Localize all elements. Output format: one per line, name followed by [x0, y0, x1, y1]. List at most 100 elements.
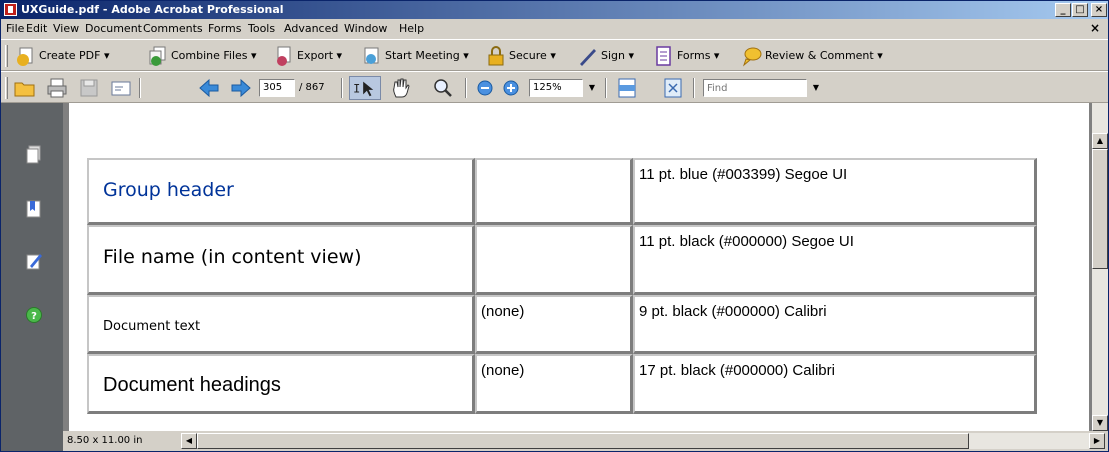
forms-button[interactable]: Forms ▾ — [653, 44, 733, 68]
zoom-in-icon[interactable] — [499, 76, 523, 100]
menu-tools[interactable]: Tools — [248, 22, 275, 35]
vertical-scrollbar[interactable]: ▲ ▼ — [1092, 103, 1108, 433]
table-cell-element: File name (in content view) — [87, 225, 475, 295]
email-icon[interactable] — [109, 76, 133, 100]
toolbar-separator — [139, 78, 141, 98]
svg-text:?: ? — [31, 311, 37, 322]
signatures-icon[interactable] — [25, 251, 43, 271]
table-row: Document headings (none) 17 pt. black (#… — [87, 354, 1037, 414]
maximize-button[interactable]: □ — [1072, 3, 1088, 17]
secure-button[interactable]: Secure ▾ — [485, 44, 565, 68]
help-icon[interactable]: ? — [25, 305, 43, 325]
previous-page-icon[interactable] — [197, 76, 221, 100]
find-dropdown-arrow[interactable]: ▼ — [809, 79, 823, 97]
menu-file[interactable]: File — [6, 22, 24, 35]
zoom-out-icon[interactable] — [473, 76, 497, 100]
document-close-button[interactable]: × — [1090, 21, 1100, 35]
svg-text:I: I — [353, 82, 360, 96]
start-meeting-button[interactable]: Start Meeting ▾ — [361, 44, 473, 68]
review-comment-icon — [742, 47, 762, 67]
pdf-page: Group header 11 pt. blue (#003399) Segoe… — [69, 103, 1089, 431]
hand-tool-icon[interactable] — [389, 76, 413, 100]
toolbar-separator — [605, 78, 607, 98]
table-cell-element: Document headings — [87, 354, 475, 414]
table-cell-spec: 11 pt. black (#000000) Segoe UI — [633, 225, 1037, 295]
page-number-input[interactable]: 305 — [259, 79, 295, 97]
table-cell-value: (none) — [475, 295, 633, 354]
document-view[interactable]: Group header 11 pt. blue (#003399) Segoe… — [63, 103, 1092, 431]
pages-icon[interactable] — [25, 145, 43, 165]
title-bar[interactable]: UXGuide.pdf - Adobe Acrobat Professional… — [1, 1, 1108, 19]
combine-files-button[interactable]: Combine Files ▾ — [147, 44, 265, 68]
save-icon[interactable] — [77, 76, 101, 100]
menu-view[interactable]: View — [53, 22, 79, 35]
next-page-icon[interactable] — [229, 76, 253, 100]
export-button[interactable]: Export ▾ — [273, 44, 355, 68]
table-cell-spec: 11 pt. blue (#003399) Segoe UI — [633, 158, 1037, 225]
toolbar-grip[interactable] — [5, 45, 8, 67]
toolbar-separator — [693, 78, 695, 98]
menu-edit[interactable]: Edit — [26, 22, 47, 35]
scroll-right-button[interactable]: ▶ — [1089, 433, 1105, 449]
start-meeting-icon — [364, 47, 379, 64]
menu-comments[interactable]: Comments — [143, 22, 203, 35]
status-bar: 8.50 x 11.00 in ◀ ▶ — [63, 431, 1108, 451]
table-row: Group header 11 pt. blue (#003399) Segoe… — [87, 158, 1037, 225]
open-folder-icon[interactable] — [13, 76, 37, 100]
combine-files-icon — [149, 46, 166, 66]
review-comment-button[interactable]: Review & Comment ▾ — [741, 44, 891, 68]
export-icon — [277, 46, 291, 66]
print-icon[interactable] — [45, 76, 69, 100]
table-cell-element: Document text — [87, 295, 475, 354]
horizontal-scrollbar[interactable]: ◀ ▶ — [181, 433, 1105, 449]
minimize-button[interactable]: _ — [1055, 3, 1071, 17]
table-cell-empty — [475, 158, 633, 225]
forms-icon — [656, 46, 671, 66]
table-cell-value: (none) — [475, 354, 633, 414]
toolbar-separator — [341, 78, 343, 98]
select-tool-icon: I — [353, 81, 374, 97]
table-row: Document text (none) 9 pt. black (#00000… — [87, 295, 1037, 354]
menu-bar: File Edit View Document Comments Forms T… — [1, 19, 1108, 39]
zoom-tool-icon[interactable] — [431, 76, 455, 100]
zoom-dropdown-arrow[interactable]: ▼ — [585, 79, 599, 97]
acrobat-app-icon[interactable] — [4, 3, 17, 16]
table-cell-spec: 17 pt. black (#000000) Calibri — [633, 354, 1037, 414]
select-tool-button[interactable]: I — [349, 76, 381, 100]
navigation-pane: ? — [1, 103, 63, 451]
toolbar-grip[interactable] — [5, 77, 8, 99]
tasks-toolbar: Create PDF ▾ Combine Files ▾ Export ▾ St… — [1, 39, 1108, 71]
fit-page-icon[interactable] — [661, 76, 685, 100]
padlock-icon — [488, 46, 504, 66]
sign-button[interactable]: Sign ▾ — [577, 44, 639, 68]
vertical-scroll-thumb[interactable] — [1092, 149, 1108, 269]
scroll-up-button[interactable]: ▲ — [1092, 133, 1108, 149]
toolbar-separator — [465, 78, 467, 98]
pen-icon — [580, 49, 596, 66]
create-pdf-icon — [17, 47, 33, 66]
menu-help[interactable]: Help — [399, 22, 424, 35]
table-cell-element: Group header — [87, 158, 475, 225]
menu-advanced[interactable]: Advanced — [284, 22, 338, 35]
menu-window[interactable]: Window — [344, 22, 387, 35]
bookmarks-icon[interactable] — [25, 199, 43, 219]
zoom-level-combo[interactable]: 125% — [529, 79, 583, 97]
fit-width-icon[interactable] — [615, 76, 639, 100]
page-total-label: / 867 — [299, 82, 325, 93]
font-spec-table: Group header 11 pt. blue (#003399) Segoe… — [87, 158, 1037, 414]
find-input[interactable] — [703, 79, 807, 97]
menu-document[interactable]: Document — [85, 22, 142, 35]
page-size-label: 8.50 x 11.00 in — [67, 435, 143, 446]
window-title: UXGuide.pdf - Adobe Acrobat Professional — [21, 3, 284, 16]
menu-forms[interactable]: Forms — [208, 22, 241, 35]
navigation-toolbar: 305 / 867 I 125% ▼ Find ▼ — [1, 71, 1108, 103]
acrobat-window: UXGuide.pdf - Adobe Acrobat Professional… — [0, 0, 1109, 452]
close-button[interactable]: × — [1091, 3, 1107, 17]
create-pdf-button[interactable]: Create PDF ▾ — [15, 44, 135, 68]
table-cell-empty — [475, 225, 633, 295]
scroll-left-button[interactable]: ◀ — [181, 433, 197, 449]
table-row: File name (in content view) 11 pt. black… — [87, 225, 1037, 295]
scroll-down-button[interactable]: ▼ — [1092, 415, 1108, 431]
horizontal-scroll-thumb[interactable] — [197, 433, 969, 449]
table-cell-spec: 9 pt. black (#000000) Calibri — [633, 295, 1037, 354]
